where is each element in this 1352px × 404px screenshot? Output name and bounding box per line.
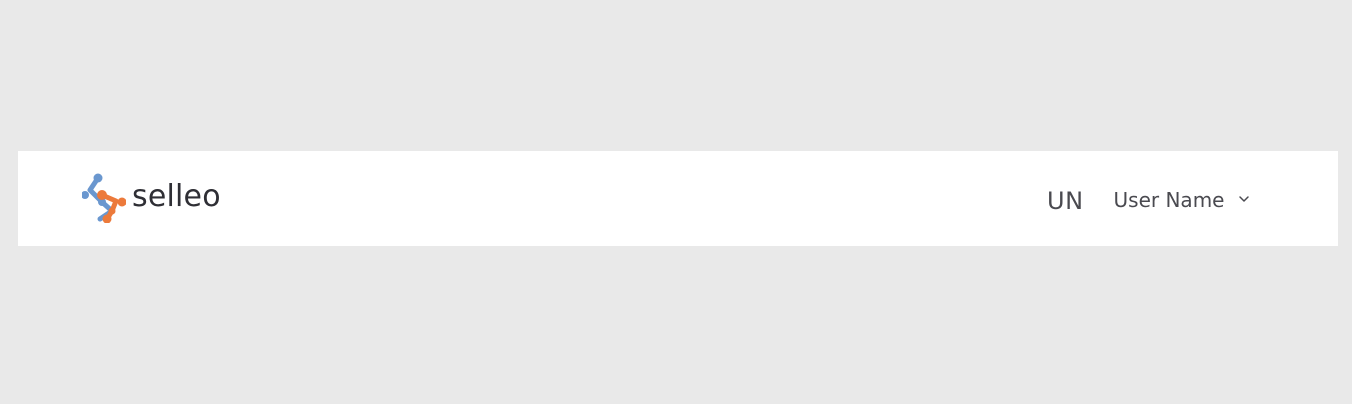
user-name: User Name [1113, 188, 1225, 212]
user-avatar-initials: UN [1047, 187, 1084, 215]
chevron-down-icon[interactable] [1238, 193, 1250, 205]
top-navigation-bar: selleo UN User Name [18, 151, 1338, 246]
brand-name: selleo [132, 179, 221, 214]
user-menu[interactable]: UN User Name [1047, 181, 1250, 221]
brand-logo-link[interactable]: selleo [82, 173, 221, 223]
selleo-logo-icon [82, 173, 126, 223]
